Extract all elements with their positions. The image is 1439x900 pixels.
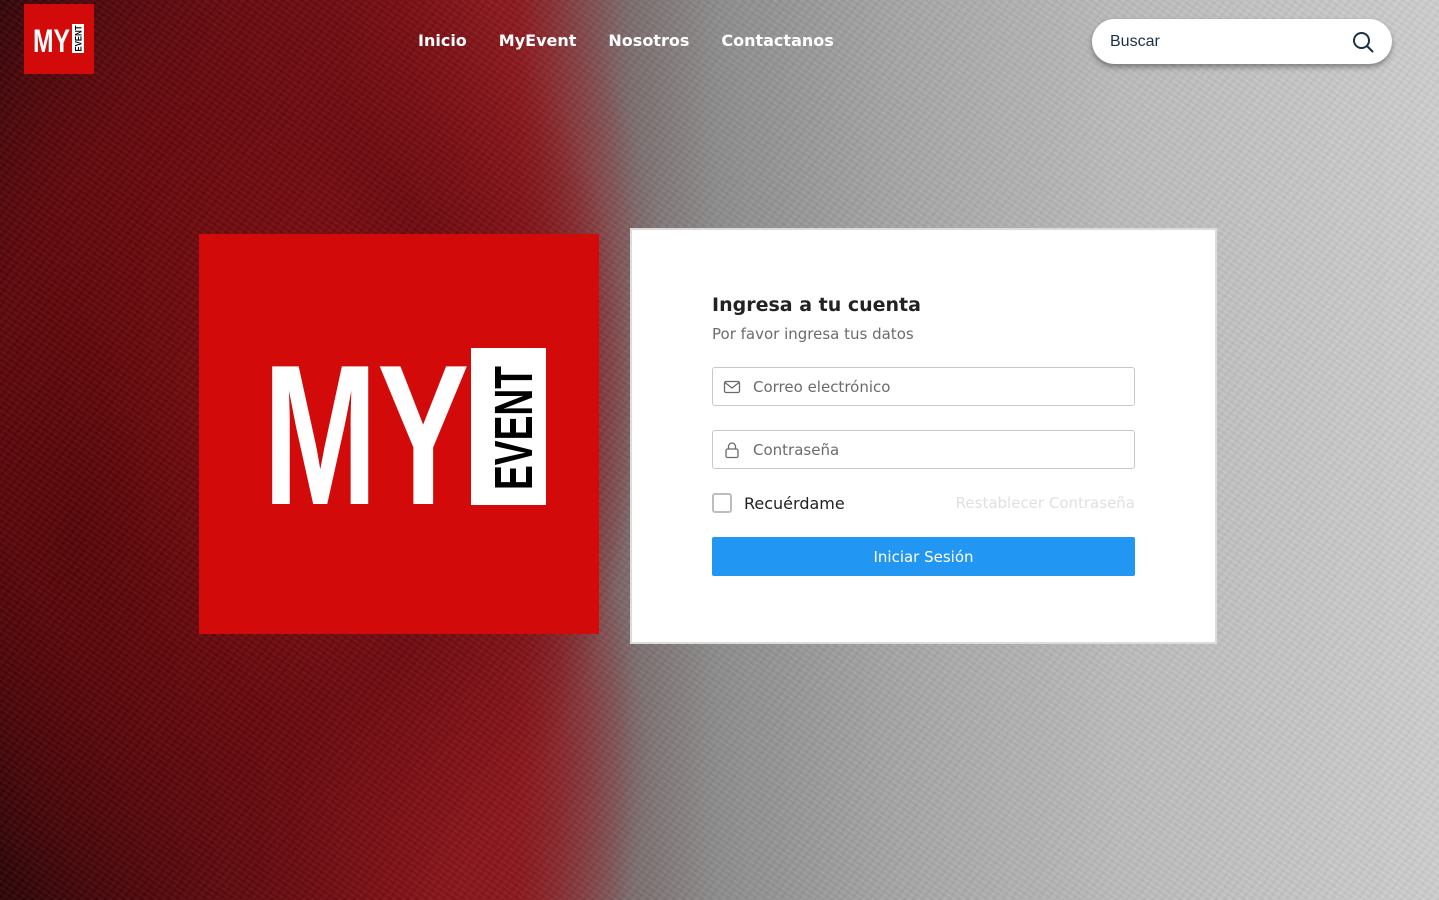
svg-text:MY: MY: [33, 23, 70, 59]
search-icon[interactable]: [1352, 31, 1374, 53]
password-field[interactable]: [712, 430, 1135, 469]
reset-password-link[interactable]: Restablecer Contraseña: [956, 494, 1135, 512]
login-form: Ingresa a tu cuenta Por favor ingresa tu…: [712, 294, 1135, 576]
myevent-logo-small: MY EVENT: [33, 23, 84, 59]
lock-icon: [723, 441, 741, 459]
search-input[interactable]: [1110, 32, 1352, 51]
search-box: [1092, 19, 1392, 64]
login-card: Ingresa a tu cuenta Por favor ingresa tu…: [630, 228, 1217, 644]
remember-label: Recuérdame: [744, 493, 845, 513]
email-input[interactable]: [753, 377, 1124, 396]
password-input[interactable]: [753, 440, 1124, 459]
nav-item-myevent[interactable]: MyEvent: [499, 31, 577, 50]
login-title: Ingresa a tu cuenta: [712, 294, 921, 316]
login-button[interactable]: Iniciar Sesión: [712, 537, 1135, 576]
main-nav: Inicio MyEvent Nosotros Contactanos: [418, 31, 834, 50]
svg-text:EVENT: EVENT: [484, 366, 544, 490]
header-logo[interactable]: MY EVENT: [24, 4, 94, 74]
login-subtitle: Por favor ingresa tus datos: [712, 325, 914, 343]
mail-icon: [723, 378, 741, 396]
email-field[interactable]: [712, 367, 1135, 406]
remember-me[interactable]: Recuérdame: [712, 493, 845, 513]
nav-item-nosotros[interactable]: Nosotros: [608, 31, 689, 50]
remember-row: Recuérdame Restablecer Contraseña: [712, 493, 1135, 513]
svg-text:MY: MY: [263, 324, 469, 547]
hero-logo: MY EVENT: [199, 234, 599, 634]
remember-checkbox[interactable]: [712, 493, 732, 513]
myevent-logo-large: MY EVENT: [263, 324, 546, 547]
nav-item-inicio[interactable]: Inicio: [418, 31, 467, 50]
nav-item-contactanos[interactable]: Contactanos: [721, 31, 833, 50]
svg-text:EVENT: EVENT: [74, 25, 84, 51]
